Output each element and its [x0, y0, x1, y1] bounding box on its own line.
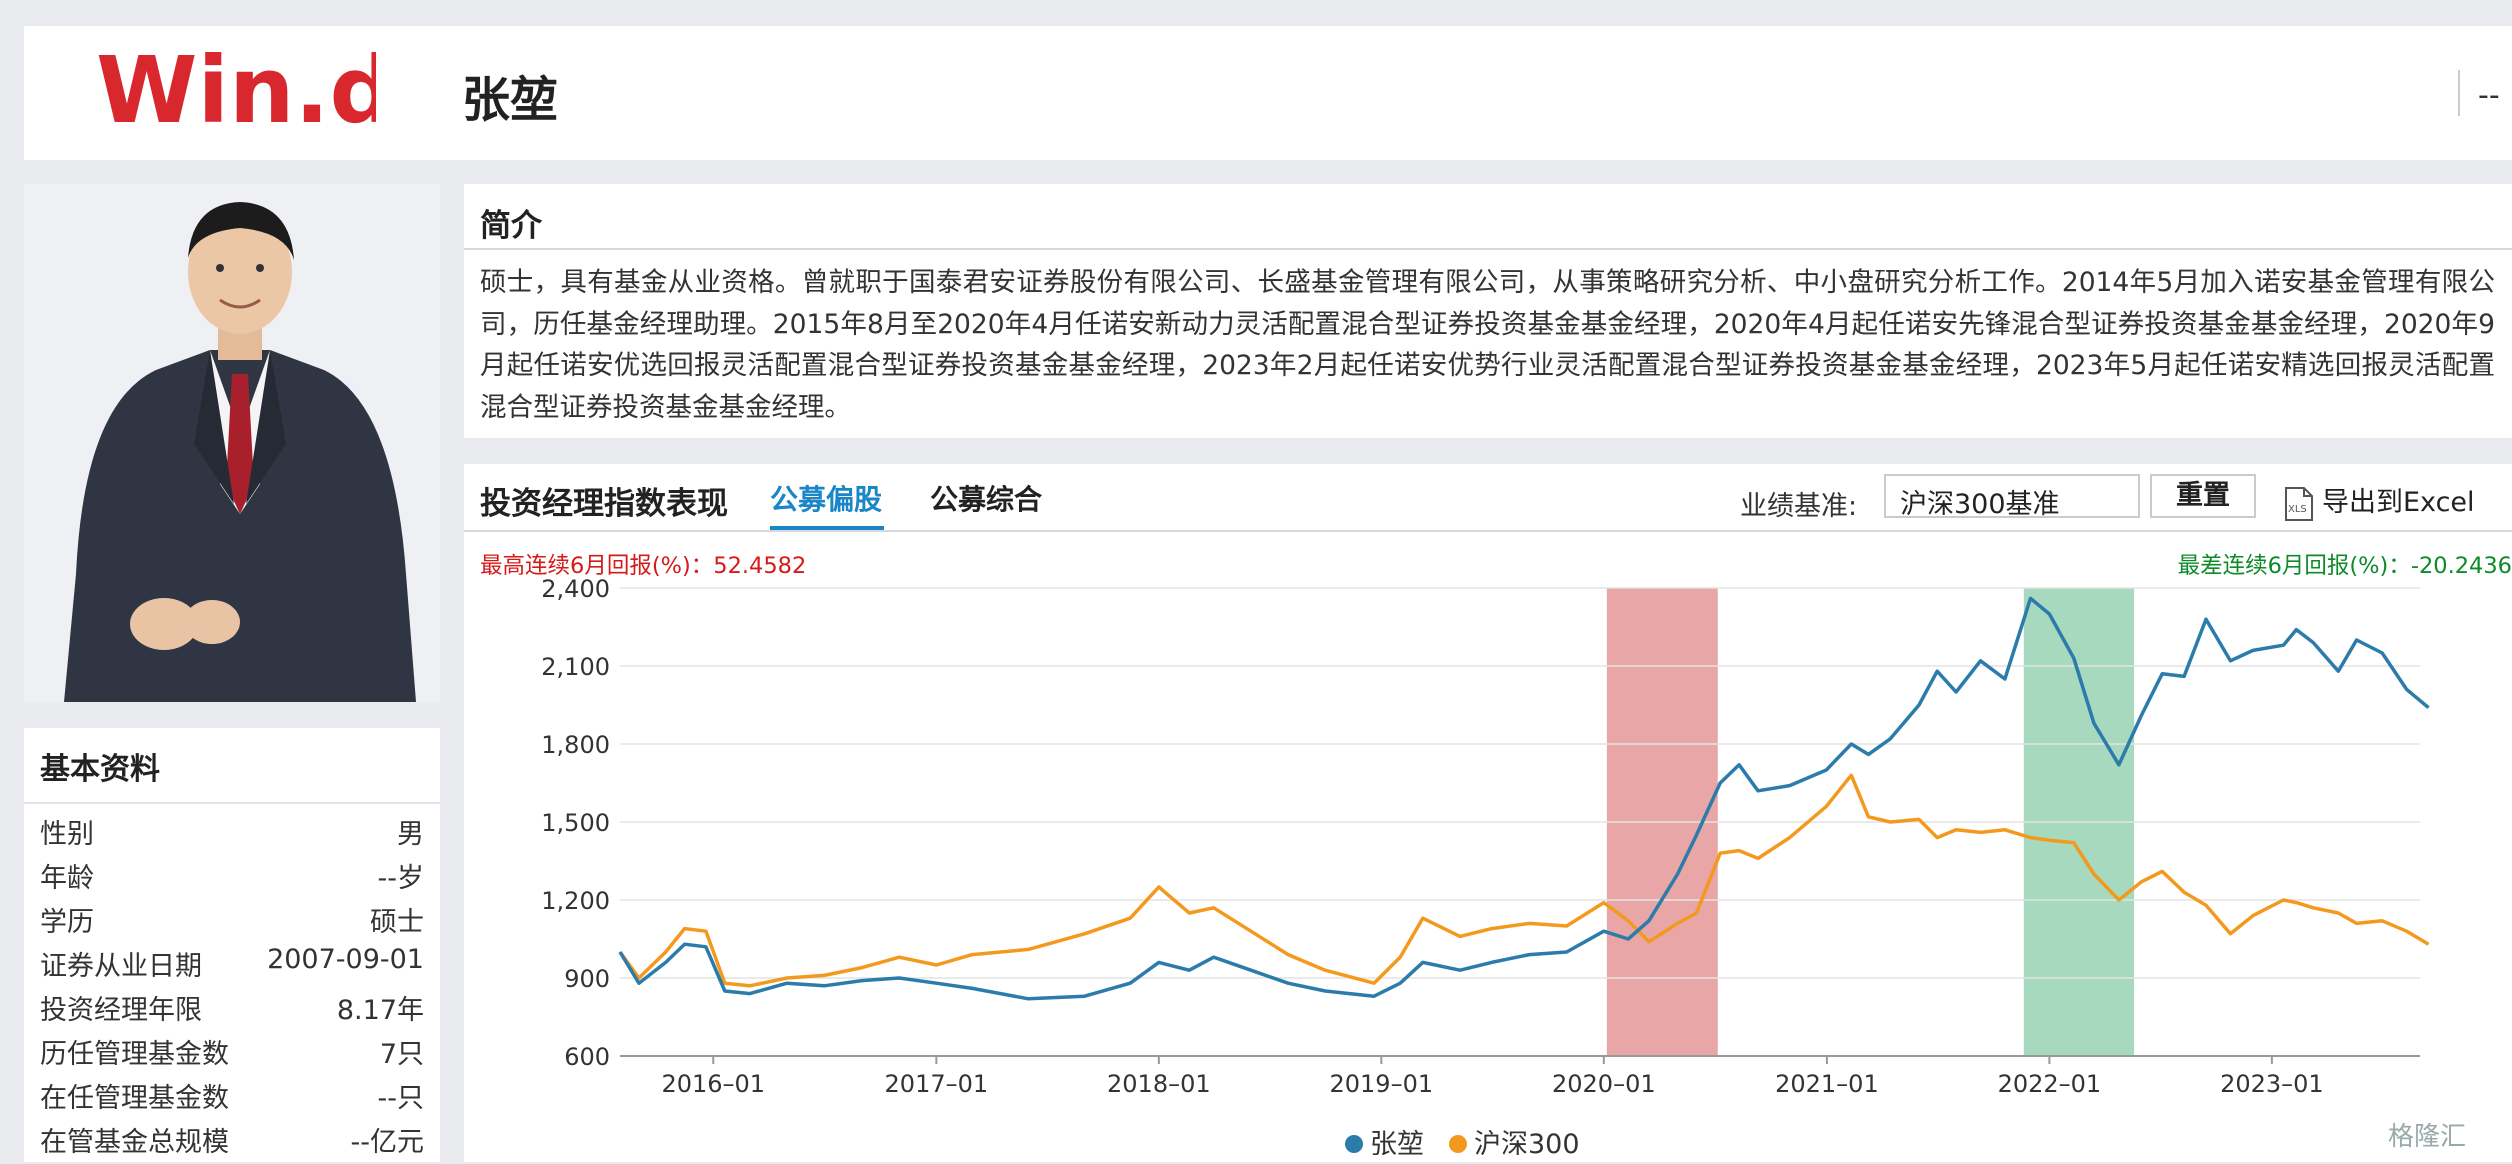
info-row-manager-years: 投资经理年限 8.17年	[40, 988, 424, 1032]
x-tick-label: 2017–01	[885, 1070, 989, 1098]
info-label: 在管基金总规模	[40, 1127, 229, 1158]
basic-info-panel: 基本资料 性别 男 年龄 --岁 学历 硕士 证券从业日期 2007-09-01…	[24, 728, 440, 1162]
divider	[464, 530, 2512, 532]
top-right-value: --	[2478, 78, 2500, 113]
info-value: 硕士	[370, 907, 424, 938]
info-value: --亿元	[350, 1127, 425, 1158]
y-tick-labels: 600 900 1,200 1,500 1,800 2,100 2,400	[541, 575, 610, 1071]
tab-equity-funds[interactable]: 公募偏股	[770, 478, 882, 518]
info-row-career-start: 证券从业日期 2007-09-01	[40, 944, 424, 988]
x-tick-label: 2019–01	[1330, 1070, 1434, 1098]
info-label: 投资经理年限	[40, 995, 202, 1026]
divider	[464, 248, 2512, 250]
export-excel-button[interactable]: XLS 导出到Excel	[2282, 480, 2475, 521]
info-row-gender: 性别 男	[40, 812, 424, 856]
legend-label-1: 沪深300	[1474, 1129, 1580, 1160]
manager-photo	[24, 184, 440, 702]
y-tick-label: 1,800	[541, 731, 610, 759]
info-row-aum: 在管基金总规模 --亿元	[40, 1120, 424, 1164]
y-tick-label: 600	[564, 1043, 610, 1071]
info-row-education: 学历 硕士	[40, 900, 424, 944]
intro-text: 硕士，具有基金从业资格。曾就职于国泰君安证券股份有限公司、长盛基金管理有限公司，…	[480, 267, 2495, 423]
top-bar: Win.d 张堃 --	[24, 26, 2512, 160]
xls-icon: XLS	[2285, 486, 2313, 521]
y-tick-label: 2,400	[541, 575, 610, 603]
grid-lines	[620, 587, 2420, 1057]
info-label: 性别	[40, 819, 94, 850]
y-tick-label: 900	[564, 965, 610, 993]
export-label: 导出到Excel	[2322, 487, 2475, 518]
series-line-0	[618, 596, 2430, 1001]
portrait-illustration	[24, 184, 440, 702]
info-row-age: 年龄 --岁	[40, 856, 424, 900]
benchmark-label: 业绩基准:	[1740, 491, 1858, 522]
info-label: 学历	[40, 907, 94, 938]
x-tick-label: 2023–01	[2220, 1070, 2324, 1098]
svg-text:XLS: XLS	[2288, 504, 2307, 515]
info-value: --岁	[377, 863, 425, 894]
info-row-current-funds: 在任管理基金数 --只	[40, 1076, 424, 1120]
divider	[24, 802, 440, 804]
info-value: 男	[397, 819, 424, 850]
info-value: 7只	[379, 1039, 424, 1070]
basic-info-title: 基本资料	[40, 752, 160, 787]
info-value: 2007-09-01	[267, 944, 424, 975]
y-tick-label: 2,100	[541, 653, 610, 681]
chart-legend: 张堃 沪深300	[1345, 1129, 1580, 1160]
x-tick-label: 2022–01	[1998, 1070, 2102, 1098]
x-tick-label: 2020–01	[1552, 1070, 1656, 1098]
legend-label-0: 张堃	[1370, 1129, 1424, 1160]
logo-text: Win.d	[96, 48, 376, 138]
series-lines	[618, 596, 2430, 1001]
tab-all-funds[interactable]: 公募综合	[930, 478, 1042, 518]
y-tick-label: 1,500	[541, 809, 610, 837]
x-tick-label: 2018–01	[1107, 1070, 1211, 1098]
info-value: 8.17年	[336, 995, 424, 1026]
info-label: 证券从业日期	[40, 951, 202, 982]
y-tick-label: 1,200	[541, 887, 610, 915]
intro-panel: 简介 硕士，具有基金从业资格。曾就职于国泰君安证券股份有限公司、长盛基金管理有限…	[464, 184, 2512, 438]
x-tick-label: 2021–01	[1775, 1070, 1879, 1098]
wind-logo: Win.d	[96, 48, 376, 138]
performance-panel: 投资经理指数表现 公募偏股 公募综合 业绩基准: 沪深300基准 重置 XLS …	[464, 464, 2512, 1162]
performance-line-chart: 6009001,2001,5001,8002,1002,400 2016–01 2…	[541, 575, 2430, 1160]
legend-marker-0	[1345, 1135, 1363, 1153]
x-tick-labels: 2016–01 2017–01 2018–01 2019–01 2020–01 2021–…	[661, 1056, 2324, 1098]
performance-title: 投资经理指数表现	[480, 486, 728, 522]
x-tick-label: 2016–01	[661, 1070, 765, 1098]
top-divider	[2458, 70, 2460, 116]
reset-button[interactable]: 重置	[2150, 474, 2256, 518]
info-value: --只	[377, 1083, 425, 1114]
legend-marker-1	[1449, 1135, 1467, 1153]
watermark: 格隆汇	[2388, 1122, 2467, 1152]
info-row-past-funds: 历任管理基金数 7只	[40, 1032, 424, 1076]
info-label: 历任管理基金数	[40, 1039, 229, 1070]
benchmark-select[interactable]: 沪深300基准	[1884, 474, 2140, 520]
info-label: 年龄	[40, 863, 94, 894]
manager-name: 张堃	[462, 72, 559, 128]
info-label: 在任管理基金数	[40, 1083, 229, 1114]
intro-title: 简介	[480, 208, 542, 244]
